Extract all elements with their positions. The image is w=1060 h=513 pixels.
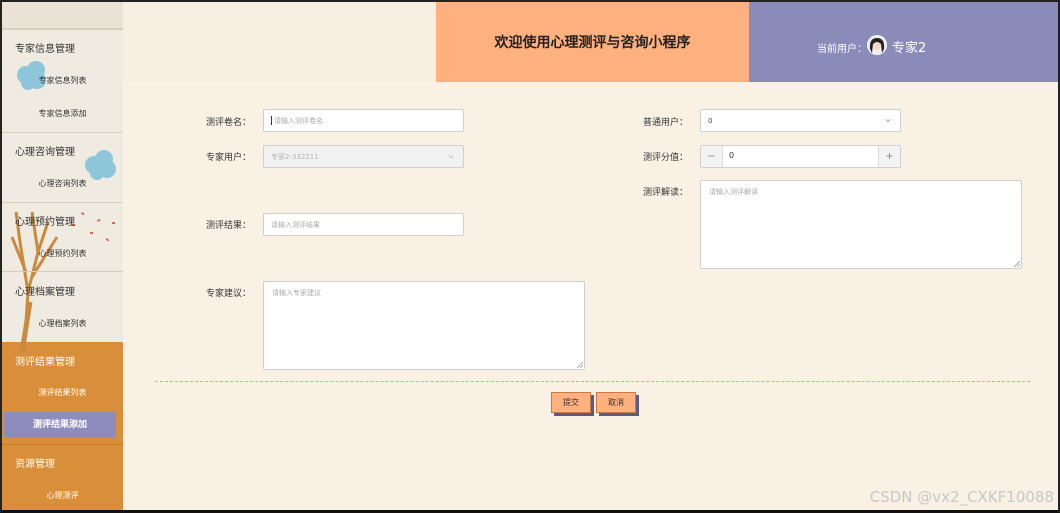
interpretation-textarea[interactable]: 请输入测评解读 — [700, 180, 1022, 269]
result-placeholder: 请输入测评结果 — [271, 220, 320, 229]
sidebar-item-expert-list[interactable]: 专家信息列表 — [2, 75, 123, 86]
normal-user-value: 0 — [708, 116, 713, 125]
sidebar-group-appointment[interactable]: 心理预约管理 — [15, 213, 75, 228]
sidebar-group-resources[interactable]: 资源管理 — [15, 455, 55, 470]
user-panel: 当前用户： 专家2 — [749, 2, 1058, 82]
normal-user-select[interactable]: 0 — [700, 109, 901, 132]
sidebar-item-results-list[interactable]: 测评结果列表 — [2, 387, 123, 398]
text-cursor — [271, 116, 272, 125]
sidebar-top-bar — [2, 2, 123, 29]
interpretation-label: 测评解读： — [642, 188, 688, 198]
expert-user-select: 专家2-332211 — [263, 145, 464, 168]
form-divider — [155, 381, 1030, 382]
sidebar-item-psych-test[interactable]: 心理测评 — [2, 490, 123, 501]
sidebar-divider — [2, 271, 123, 272]
interpretation-placeholder: 请输入测评解读 — [709, 188, 758, 196]
advice-label: 专家建议： — [205, 289, 251, 299]
sidebar-item-appointment-list[interactable]: 心理预约列表 — [2, 248, 123, 259]
user-avatar-icon — [867, 35, 887, 55]
sidebar-group-consult[interactable]: 心理咨询管理 — [15, 143, 75, 158]
sidebar-group-archive[interactable]: 心理档案管理 — [15, 283, 75, 298]
page-title: 欢迎使用心理测评与咨询小程序 — [436, 2, 749, 82]
sidebar-item-consult-list[interactable]: 心理咨询列表 — [2, 178, 123, 189]
survey-name-input[interactable]: 请输入测评卷名 — [263, 109, 464, 132]
survey-name-placeholder: 请输入测评卷名 — [274, 116, 323, 125]
score-value[interactable]: 0 — [729, 151, 734, 160]
score-label: 测评分值： — [642, 153, 688, 163]
watermark: CSDN @vx2_CXKF10088 — [869, 488, 1054, 506]
cancel-button[interactable]: 取消 — [596, 392, 636, 413]
sidebar-item-results-add[interactable]: 测评结果添加 — [4, 412, 116, 438]
sidebar: 专家信息管理 专家信息列表 专家信息添加 心理咨询管理 心理咨询列表 心理预约管… — [2, 2, 123, 510]
user-name: 专家2 — [892, 41, 927, 56]
sidebar-divider — [2, 29, 123, 30]
sidebar-item-expert-add[interactable]: 专家信息添加 — [2, 108, 123, 119]
resize-handle-icon[interactable] — [577, 362, 583, 368]
expert-user-label: 专家用户： — [205, 153, 251, 163]
sidebar-divider — [2, 202, 123, 203]
resize-handle-icon[interactable] — [1014, 261, 1020, 267]
chevron-down-icon — [885, 119, 891, 123]
sidebar-divider — [2, 132, 123, 133]
submit-button[interactable]: 提交 — [551, 392, 591, 413]
expert-user-value: 专家2-332211 — [271, 152, 319, 161]
normal-user-label: 普通用户： — [642, 118, 688, 128]
decrement-button[interactable]: − — [701, 146, 723, 167]
result-input[interactable]: 请输入测评结果 — [263, 213, 464, 236]
survey-name-label: 测评卷名： — [205, 118, 251, 128]
increment-button[interactable]: + — [878, 146, 900, 167]
current-user-label: 当前用户： — [817, 44, 867, 55]
avatar[interactable] — [867, 35, 887, 55]
sidebar-item-archive-list[interactable]: 心理档案列表 — [2, 318, 123, 329]
result-label: 测评结果： — [205, 221, 251, 231]
sidebar-group-expert-info[interactable]: 专家信息管理 — [15, 40, 75, 55]
score-stepper: − 0 + — [700, 145, 901, 168]
sidebar-group-results[interactable]: 测评结果管理 — [15, 353, 75, 368]
chevron-down-icon — [448, 155, 454, 159]
cloud-icon — [85, 150, 116, 180]
advice-textarea[interactable]: 请输入专家建议 — [263, 281, 585, 370]
advice-placeholder: 请输入专家建议 — [272, 289, 321, 297]
sidebar-divider — [2, 444, 123, 445]
